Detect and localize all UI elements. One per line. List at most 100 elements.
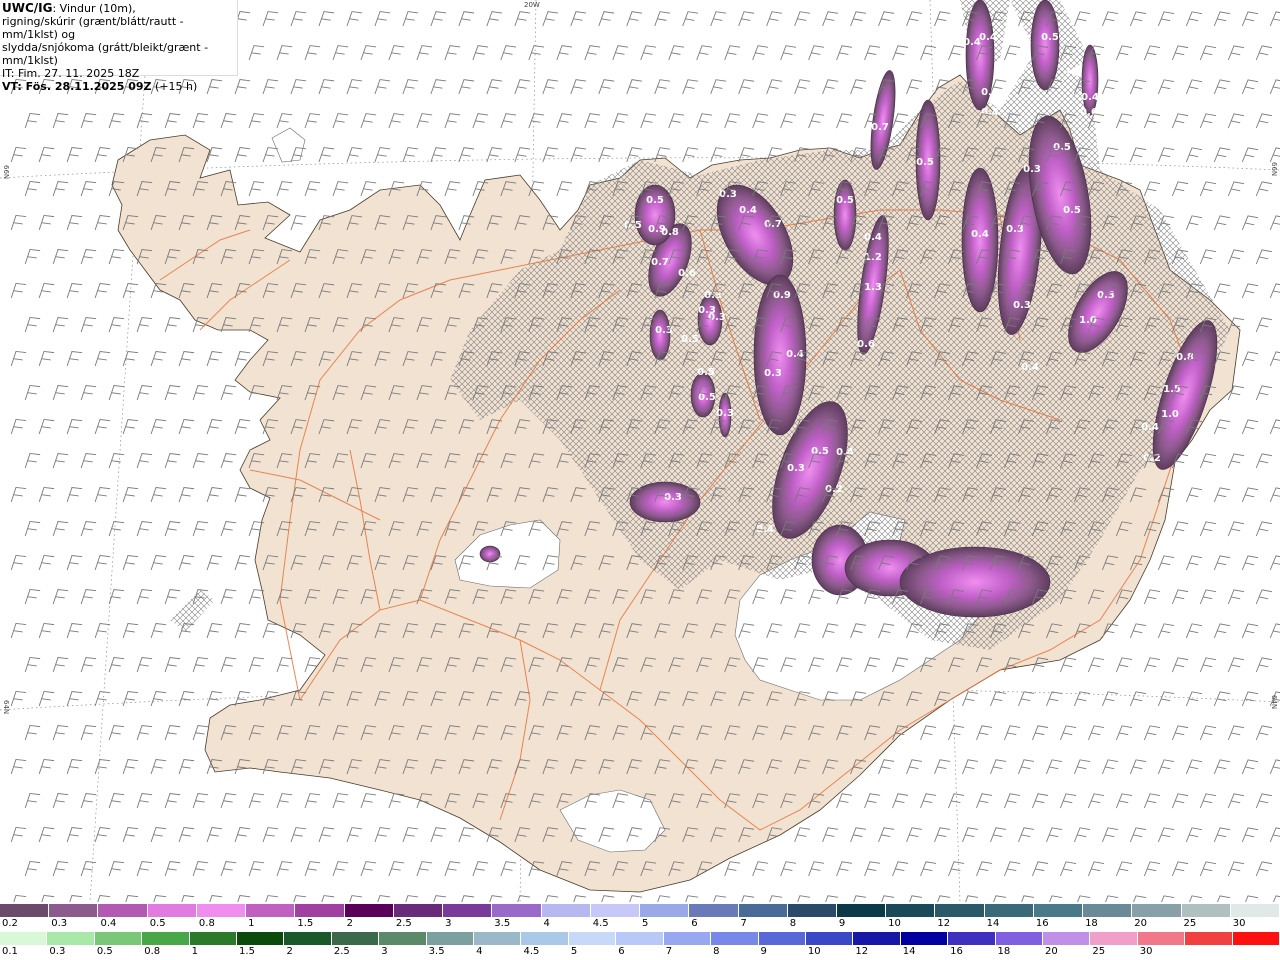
lat-label-right-upper: 66N: [1270, 162, 1278, 177]
lon-label-top: 20W: [524, 1, 540, 9]
legend-swatch: [590, 904, 641, 917]
legend-label: 3: [445, 918, 452, 929]
legend-label: 16: [950, 946, 963, 957]
legend-label: 7: [740, 918, 747, 929]
legend-label: 14: [902, 946, 916, 957]
legend-label: 14: [986, 918, 1000, 929]
precip-value: 0.4: [971, 229, 989, 240]
lat-label-left-upper: 66N: [2, 165, 10, 180]
legend-swatch: [94, 932, 143, 945]
legend-swatch: [147, 904, 197, 917]
legend-label: 30: [1232, 918, 1246, 929]
map-title-box: UWC/IG: Vindur (10m), rigning/skúrir (gr…: [0, 0, 238, 93]
legend-swatch: [836, 904, 887, 917]
legend-swatch: [1083, 904, 1133, 917]
precip-value: 0.3: [1023, 164, 1041, 175]
legend-swatch: [689, 904, 739, 917]
legend-label: 20: [1134, 918, 1148, 929]
legend-label: 12: [855, 946, 869, 957]
legend-label: 8: [713, 946, 720, 957]
legend-swatch: [738, 904, 788, 917]
legend-label: 0.4: [100, 918, 117, 929]
legend-swatch: [984, 904, 1034, 917]
precip-value: 0.6: [1080, 107, 1098, 118]
legend-swatch: [237, 932, 285, 945]
legend-label: 2: [346, 918, 353, 929]
precip-value: 1.0: [1161, 409, 1179, 420]
legend-label: 5: [642, 918, 649, 929]
legend-swatch: [1042, 932, 1091, 945]
lead-time: (+15 h): [151, 80, 198, 93]
precip-value: 0.5: [1041, 32, 1059, 43]
legend-swatch: [295, 904, 345, 917]
legend-label: 3: [381, 946, 388, 957]
legend-swatch: [1232, 932, 1280, 945]
legend-label: 7: [665, 946, 673, 957]
legend-swatch: [995, 932, 1043, 945]
legend-swatch: [47, 932, 95, 945]
snow-legend-labels: 0.2 0.3 0.4 0.5 0.8 1 1.5 2 2.5 3 3.5 4 4.5 5 6 7 8 9 10 12…: [0, 918, 1280, 930]
legend-swatch: [246, 904, 296, 917]
rain-legend-bar: [0, 932, 1280, 945]
legend-label: 1.5: [239, 946, 255, 957]
precip-value: 0.3: [1097, 290, 1115, 301]
precip-value: 0.5: [681, 334, 699, 345]
legend-label: 10: [807, 946, 821, 957]
precip-value: 0.4: [739, 205, 757, 216]
legend-label: 4: [476, 946, 483, 957]
legend-swatch: [443, 904, 493, 917]
legend-label: 30: [1139, 946, 1153, 957]
precip-value: 0.6: [678, 268, 696, 279]
legend-swatch: [711, 932, 759, 945]
legend-swatch: [379, 932, 427, 945]
precip-value: 0.4: [786, 349, 804, 360]
lat-label-left-lower: 64N: [2, 700, 10, 715]
precip-value: 0.3: [664, 492, 682, 503]
precip-value: 0.5: [646, 195, 664, 206]
legend-swatch: [344, 904, 394, 917]
legend-swatch: [900, 932, 949, 945]
snow-legend-bar: [0, 904, 1280, 917]
legend-swatch: [0, 932, 48, 945]
precip-value: 0.4: [836, 447, 854, 458]
legend-label: 0.3: [51, 918, 68, 929]
precip-value: 1.0: [1079, 315, 1097, 326]
legend-swatch: [568, 932, 617, 945]
precip-value: 0.4: [864, 232, 882, 243]
legend-label: 6: [691, 918, 698, 929]
precip-value: 0.4: [981, 107, 999, 118]
legend-label: 3.5: [494, 918, 511, 929]
legend-label: 9: [760, 946, 767, 957]
legend-swatch: [474, 932, 522, 945]
legend-swatch: [426, 932, 475, 945]
legend-label: 25: [1092, 946, 1106, 957]
legend-label: 10: [888, 918, 901, 929]
legend-label: 6: [618, 946, 625, 957]
legend-label: 1: [191, 946, 198, 957]
legend-swatch: [331, 932, 380, 945]
legend-swatch: [787, 904, 837, 917]
precip-value: 0.5: [1053, 142, 1071, 153]
product-name: UWC/IG: [2, 1, 53, 15]
legend-swatch: [853, 932, 901, 945]
precip-value: 0.3: [764, 368, 782, 379]
rain-legend-labels: 0.1 0.3 0.5 0.8 1 1.5 2 2.5 3 3.5 4 4.5 5 6 7 8 9 10 12 14 1…: [0, 946, 1280, 958]
legend-swatch: [663, 932, 712, 945]
precip-value: 0.4: [1081, 92, 1099, 103]
legend-swatch: [948, 932, 996, 945]
legend-label: 16: [1035, 918, 1049, 929]
forecast-map: 0.40.4 0.50.30.40.40.70.60.50.50.70.41.21…: [0, 0, 1280, 902]
precip-value: 0.4: [979, 32, 997, 43]
precip-value: 0.4: [1021, 362, 1039, 373]
legend-swatch: [189, 932, 238, 945]
precip-value: 0.5: [697, 367, 715, 378]
precip-value: 0.3: [708, 312, 726, 323]
legend-label: 25: [1183, 918, 1197, 929]
legend-swatch: [196, 904, 247, 917]
valid-time: VT: Fös. 28.11.2025 09Z: [2, 80, 152, 93]
init-time: IT: Fim. 27. 11. 2025 18Z: [2, 67, 140, 80]
legend-label: 0.5: [96, 946, 113, 957]
legend-label: 8: [789, 918, 797, 929]
legend-swatch: [1181, 904, 1231, 917]
title-line2: rigning/skúrir (grænt/blátt/rautt - mm/1…: [2, 15, 184, 41]
